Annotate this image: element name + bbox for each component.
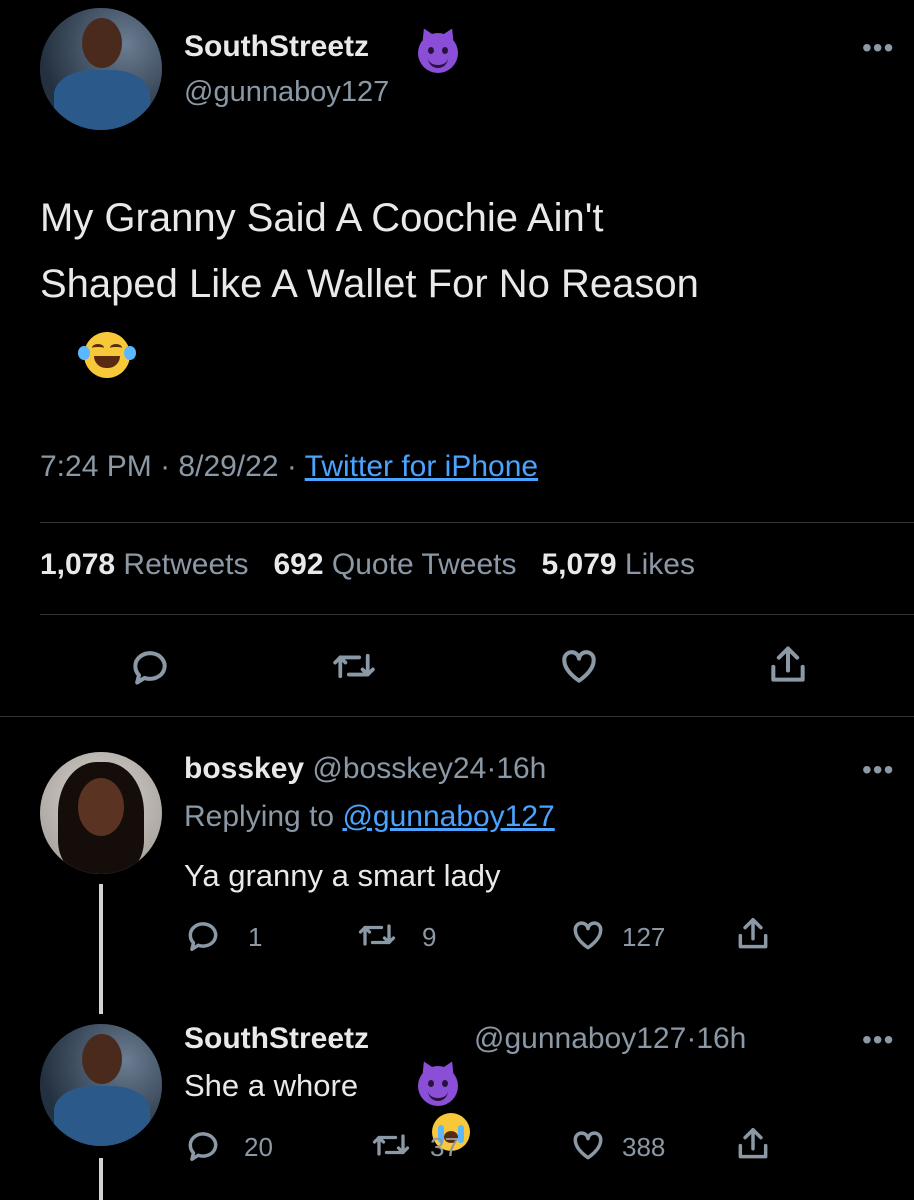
timestamp[interactable]: 16h [696, 1022, 746, 1055]
more-options-icon[interactable]: ••• [862, 1026, 894, 1054]
divider [40, 522, 914, 523]
more-options-icon[interactable]: ••• [862, 34, 894, 62]
likes-count: 5,079 [541, 548, 617, 581]
retweets-label: Retweets [123, 548, 249, 581]
smiling-devil-icon [418, 33, 458, 73]
reply-text: Ya granny a smart lady [184, 858, 501, 893]
replying-to: Replying to @gunnaboy127 [184, 800, 555, 834]
like-count: 388 [622, 1132, 666, 1162]
retweet-count: 9 [422, 922, 437, 952]
timestamp[interactable]: 16h [496, 752, 546, 785]
divider [40, 614, 914, 615]
display-name[interactable]: SouthStreetz [184, 1022, 369, 1055]
display-name[interactable]: bosskey [184, 752, 304, 785]
replying-to-handle[interactable]: @gunnaboy127 [342, 800, 554, 833]
quotes-stat[interactable]: 692 Quote Tweets [274, 548, 525, 581]
main-tweet: SouthStreetz @gunnaboy127 ••• My Granny … [0, 0, 914, 717]
tweet-stats: 1,078 Retweets 692 Quote Tweets 5,079 Li… [40, 548, 695, 582]
reply-icon[interactable] [184, 916, 222, 954]
retweet-count: 37 [430, 1132, 459, 1162]
tweet-time: 7:24 PM [40, 450, 152, 483]
like-count: 127 [622, 922, 666, 952]
share-icon[interactable] [734, 1124, 772, 1164]
tweet-meta: 7:24 PM · 8/29/22 · Twitter for iPhone [40, 450, 538, 484]
retweet-icon[interactable] [356, 916, 398, 954]
meta-separator: · [686, 1022, 697, 1055]
tweet-text-line-2: Shaped Like A Wallet For No Reason [40, 262, 699, 306]
smiling-devil-icon [418, 1066, 458, 1106]
quotes-count: 692 [273, 548, 324, 581]
source-link[interactable]: Twitter for iPhone [305, 450, 538, 483]
reply-header: SouthStreetz [184, 1022, 369, 1056]
share-icon[interactable] [734, 914, 772, 954]
like-icon[interactable] [556, 644, 602, 688]
handle[interactable]: @bosskey24 [312, 752, 486, 785]
reply-header-meta: @gunnaboy127·16h [474, 1022, 746, 1056]
reply-text: She a whore [184, 1068, 359, 1103]
meta-separator: · [286, 450, 297, 483]
avatar[interactable] [40, 8, 162, 130]
quotes-label: Quote Tweets [331, 548, 517, 581]
retweet-icon[interactable] [370, 1126, 412, 1164]
tweet-date: 8/29/22 [178, 450, 279, 483]
reply-icon[interactable] [128, 644, 172, 688]
retweets-count: 1,078 [40, 548, 116, 581]
tears-of-joy-icon [78, 332, 137, 378]
retweet-icon[interactable] [330, 644, 378, 688]
likes-stat[interactable]: 5,079 Likes [541, 548, 694, 581]
avatar[interactable] [40, 752, 162, 874]
like-icon[interactable] [568, 1126, 608, 1164]
more-options-icon[interactable]: ••• [862, 756, 894, 784]
retweets-stat[interactable]: 1,078 Retweets [40, 548, 257, 581]
tweet-text-line-1: My Granny Said A Coochie Ain't [40, 196, 604, 240]
reply-icon[interactable] [184, 1126, 222, 1164]
meta-separator: · [486, 752, 497, 785]
likes-label: Likes [624, 548, 695, 581]
handle[interactable]: @gunnaboy127 [184, 76, 389, 109]
replying-to-label: Replying to [184, 800, 335, 833]
share-icon[interactable] [766, 642, 810, 688]
reply-count: 20 [244, 1132, 273, 1162]
handle[interactable]: @gunnaboy127 [474, 1022, 686, 1055]
divider [0, 716, 914, 717]
avatar[interactable] [40, 1024, 162, 1146]
meta-separator: · [160, 450, 171, 483]
thread-line [99, 1158, 103, 1200]
reply-count: 1 [248, 922, 263, 952]
like-icon[interactable] [568, 916, 608, 954]
display-name[interactable]: SouthStreetz [184, 30, 369, 64]
reply-header: bosskey @bosskey24·16h [184, 752, 546, 786]
thread-line [99, 884, 103, 1014]
